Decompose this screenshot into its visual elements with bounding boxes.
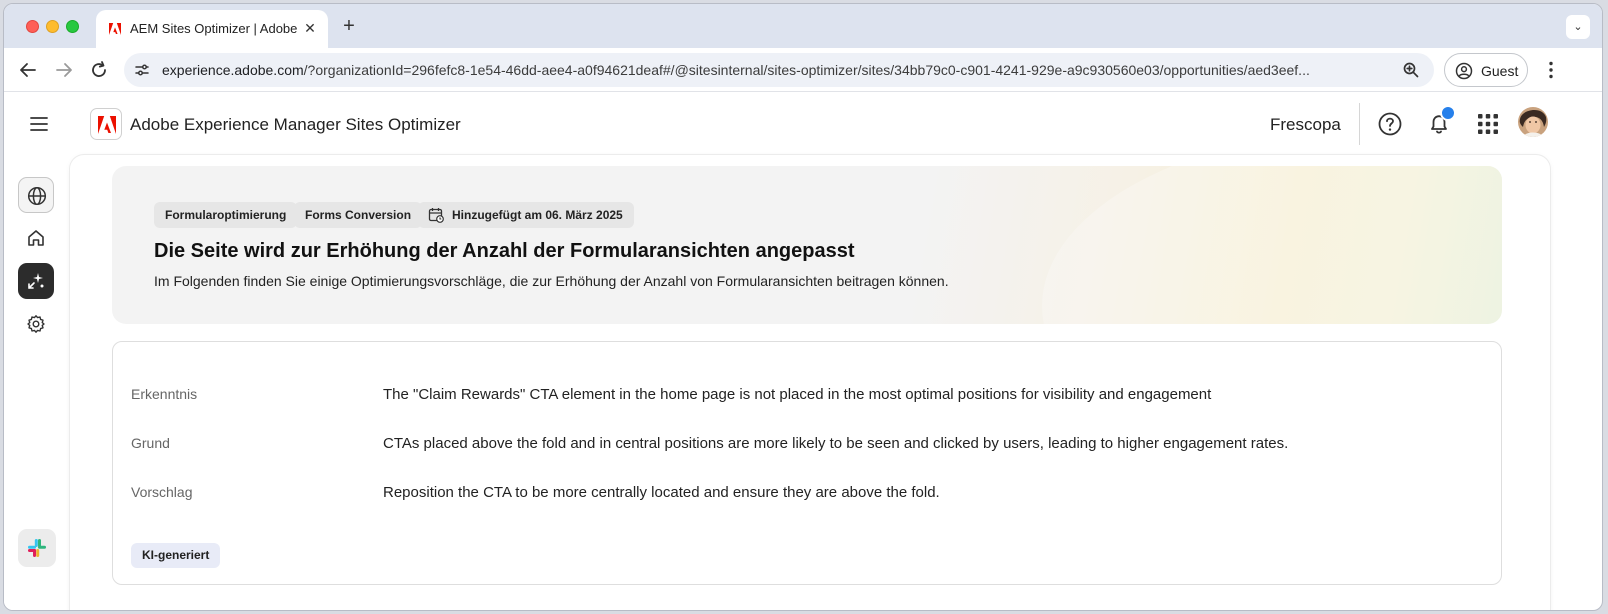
- adobe-logo-icon: [98, 116, 116, 134]
- opportunity-subtitle: Im Folgenden finden Sie einige Optimieru…: [154, 273, 949, 289]
- apps-grid-icon[interactable]: [1476, 112, 1500, 136]
- optimizer-icon: [28, 273, 44, 289]
- suggestion-card: Erkenntnis The "Claim Rewards" CTA eleme…: [112, 341, 1502, 585]
- profile-button[interactable]: Guest: [1444, 53, 1528, 87]
- insight-label: Erkenntnis: [131, 386, 198, 402]
- slack-button[interactable]: [18, 529, 56, 567]
- app-header: Adobe Experience Manager Sites Optimizer…: [4, 93, 1602, 155]
- minimize-window-button[interactable]: [46, 20, 59, 33]
- rail-item-sites[interactable]: [18, 177, 54, 213]
- forward-arrow-icon[interactable]: [52, 58, 76, 82]
- suggestion-label: Vorschlag: [131, 484, 193, 500]
- adobe-favicon-icon: [109, 23, 121, 35]
- rail-item-home[interactable]: [18, 220, 54, 256]
- url-text: experience.adobe.com/?organizationId=296…: [162, 62, 1392, 78]
- calendar-icon: [428, 208, 444, 223]
- globe-icon: [27, 186, 47, 206]
- browser-window: AEM Sites Optimizer | Adobe ✕ + ⌄ experi…: [3, 3, 1603, 611]
- header-divider: [1359, 103, 1360, 145]
- tab-search-button[interactable]: ⌄: [1566, 15, 1590, 39]
- avatar-image: [1518, 107, 1548, 137]
- category-chip: Formularoptimierung: [154, 202, 298, 228]
- close-window-button[interactable]: [26, 20, 39, 33]
- reload-icon[interactable]: [87, 58, 111, 82]
- notification-badge: [1440, 105, 1456, 121]
- profile-label: Guest: [1481, 63, 1519, 79]
- reason-value: CTAs placed above the fold and in centra…: [383, 435, 1289, 452]
- zoom-icon[interactable]: [1402, 61, 1420, 79]
- slack-icon: [28, 539, 46, 557]
- left-nav-rail: [4, 155, 68, 610]
- help-icon[interactable]: [1377, 111, 1403, 137]
- rail-item-opportunities[interactable]: [18, 263, 54, 299]
- settings-icon: [27, 315, 45, 333]
- insight-value: The "Claim Rewards" CTA element in the h…: [383, 386, 1212, 403]
- date-chip-label: Hinzugefügt am 06. März 2025: [452, 208, 623, 222]
- url-path: /?organizationId=296fefc8-1e54-46dd-aee4…: [303, 62, 1310, 78]
- tab-strip: AEM Sites Optimizer | Adobe ✕ + ⌄: [4, 4, 1602, 48]
- date-chip: Hinzugefügt am 06. März 2025: [418, 202, 634, 228]
- url-host: experience.adobe.com: [162, 62, 304, 78]
- new-tab-button[interactable]: +: [338, 16, 360, 38]
- opportunity-title: Die Seite wird zur Erhöhung der Anzahl d…: [154, 240, 855, 262]
- adobe-logo[interactable]: [90, 108, 122, 140]
- home-icon: [28, 230, 44, 246]
- rail-item-settings[interactable]: [18, 306, 54, 342]
- maximize-window-button[interactable]: [66, 20, 79, 33]
- reason-label: Grund: [131, 435, 170, 451]
- ai-generated-badge: KI-generiert: [131, 543, 221, 568]
- browser-tab-active[interactable]: AEM Sites Optimizer | Adobe ✕: [96, 10, 328, 48]
- suggestion-value: Reposition the CTA to be more centrally …: [383, 484, 940, 501]
- org-switcher[interactable]: Frescopa: [1270, 115, 1341, 135]
- browser-menu-icon[interactable]: [1539, 58, 1563, 82]
- hero-decoration: [1042, 166, 1502, 324]
- tab-close-icon[interactable]: ✕: [300, 18, 320, 38]
- app-title: Adobe Experience Manager Sites Optimizer: [130, 115, 461, 134]
- browser-toolbar: experience.adobe.com/?organizationId=296…: [4, 48, 1602, 92]
- profile-icon: [1455, 62, 1473, 80]
- user-avatar[interactable]: [1518, 107, 1548, 137]
- back-arrow-icon[interactable]: [16, 58, 40, 82]
- tab-title: AEM Sites Optimizer | Adobe: [130, 21, 298, 36]
- opportunity-header: Formularoptimierung Forms Conversion Hin…: [112, 166, 1502, 324]
- site-settings-icon[interactable]: [134, 62, 150, 78]
- address-bar[interactable]: experience.adobe.com/?organizationId=296…: [124, 53, 1434, 87]
- menu-icon[interactable]: [28, 113, 50, 135]
- type-chip: Forms Conversion: [294, 202, 423, 228]
